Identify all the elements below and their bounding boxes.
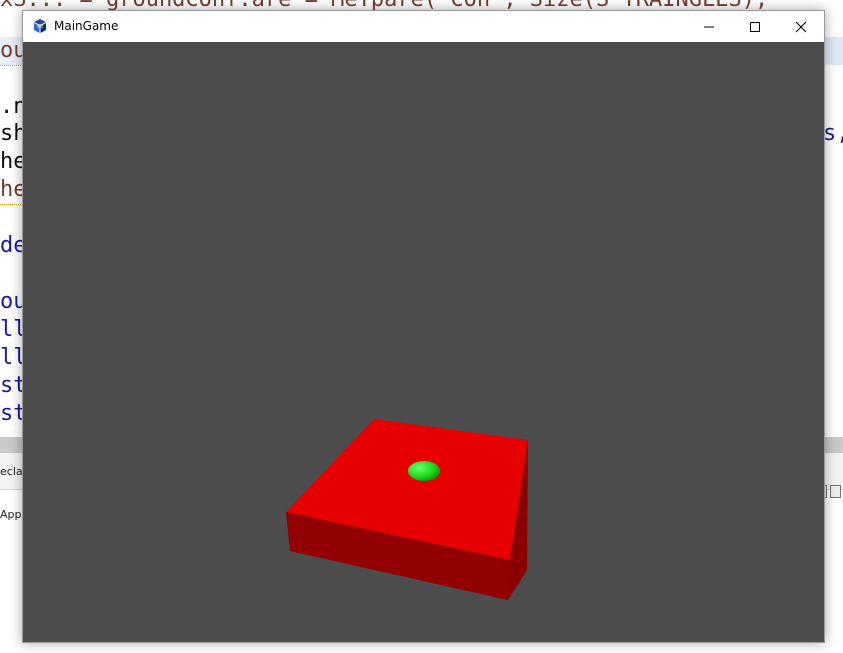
close-icon: [795, 21, 807, 32]
maximize-button[interactable]: [732, 11, 778, 42]
green-ball: [408, 461, 440, 481]
code-line-right-fragment: s,: [823, 121, 843, 146]
java-app-icon: [34, 19, 46, 33]
scene-canvas: [286, 419, 528, 600]
maximize-icon: [750, 21, 760, 32]
panel-tab-label[interactable]: ecla: [0, 465, 23, 478]
close-button[interactable]: [778, 11, 824, 42]
panel-view-icon[interactable]: [830, 485, 841, 498]
minimize-button[interactable]: [686, 11, 732, 42]
panel-row-label: App: [0, 508, 22, 521]
main-game-window[interactable]: MainGame: [22, 10, 825, 643]
title-bar[interactable]: MainGame: [23, 11, 824, 42]
editor-ruler: [823, 37, 843, 65]
game-viewport[interactable]: [23, 42, 824, 642]
minimize-icon: [704, 26, 714, 27]
window-title: MainGame: [54, 19, 119, 33]
